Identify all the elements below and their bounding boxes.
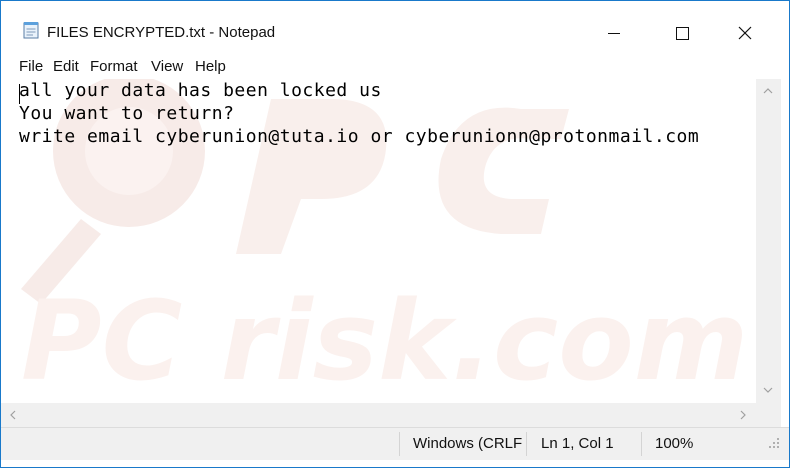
menu-edit[interactable]: Edit xyxy=(53,58,79,75)
scrollbar-corner xyxy=(756,403,781,427)
close-button[interactable] xyxy=(722,15,768,51)
maximize-button[interactable] xyxy=(659,15,705,51)
close-icon xyxy=(738,26,752,40)
resize-grip-icon[interactable] xyxy=(767,436,781,450)
notepad-window: FILES ENCRYPTED.txt - Notepad File Edit … xyxy=(0,0,790,468)
scroll-left-icon[interactable] xyxy=(9,410,17,420)
text-line-2: You want to return? xyxy=(19,103,235,124)
maximize-icon xyxy=(676,27,689,40)
window-title: FILES ENCRYPTED.txt - Notepad xyxy=(47,24,276,41)
scroll-right-icon[interactable] xyxy=(739,410,747,420)
status-cursor-position: Ln 1, Col 1 xyxy=(541,435,614,452)
status-divider xyxy=(399,432,400,456)
menu-file[interactable]: File xyxy=(19,58,43,75)
minimize-button[interactable] xyxy=(591,15,637,51)
horizontal-scrollbar[interactable] xyxy=(1,403,756,427)
status-bar: Windows (CRLF Ln 1, Col 1 100% xyxy=(1,427,789,460)
menu-view[interactable]: View xyxy=(151,58,183,75)
text-editor[interactable]: PC risk.com all your data has been locke… xyxy=(1,79,756,403)
vertical-scrollbar[interactable] xyxy=(756,79,781,403)
menu-help[interactable]: Help xyxy=(195,58,226,75)
scroll-down-icon[interactable] xyxy=(763,386,773,394)
minimize-icon xyxy=(608,33,620,34)
status-zoom: 100% xyxy=(655,435,694,452)
menu-format[interactable]: Format xyxy=(90,58,138,75)
status-encoding: Windows (CRLF xyxy=(413,435,523,452)
status-divider xyxy=(641,432,642,456)
text-line-3: write email cyberunion@tuta.io or cyberu… xyxy=(19,126,700,147)
scroll-up-icon[interactable] xyxy=(763,87,773,95)
watermark-text: PC risk.com xyxy=(21,277,748,403)
title-bar[interactable]: FILES ENCRYPTED.txt - Notepad xyxy=(1,1,789,51)
text-line-1: all your data has been locked us xyxy=(19,80,382,101)
notepad-icon xyxy=(23,22,39,39)
status-divider xyxy=(526,432,527,456)
menu-bar: File Edit Format View Help xyxy=(1,56,789,78)
